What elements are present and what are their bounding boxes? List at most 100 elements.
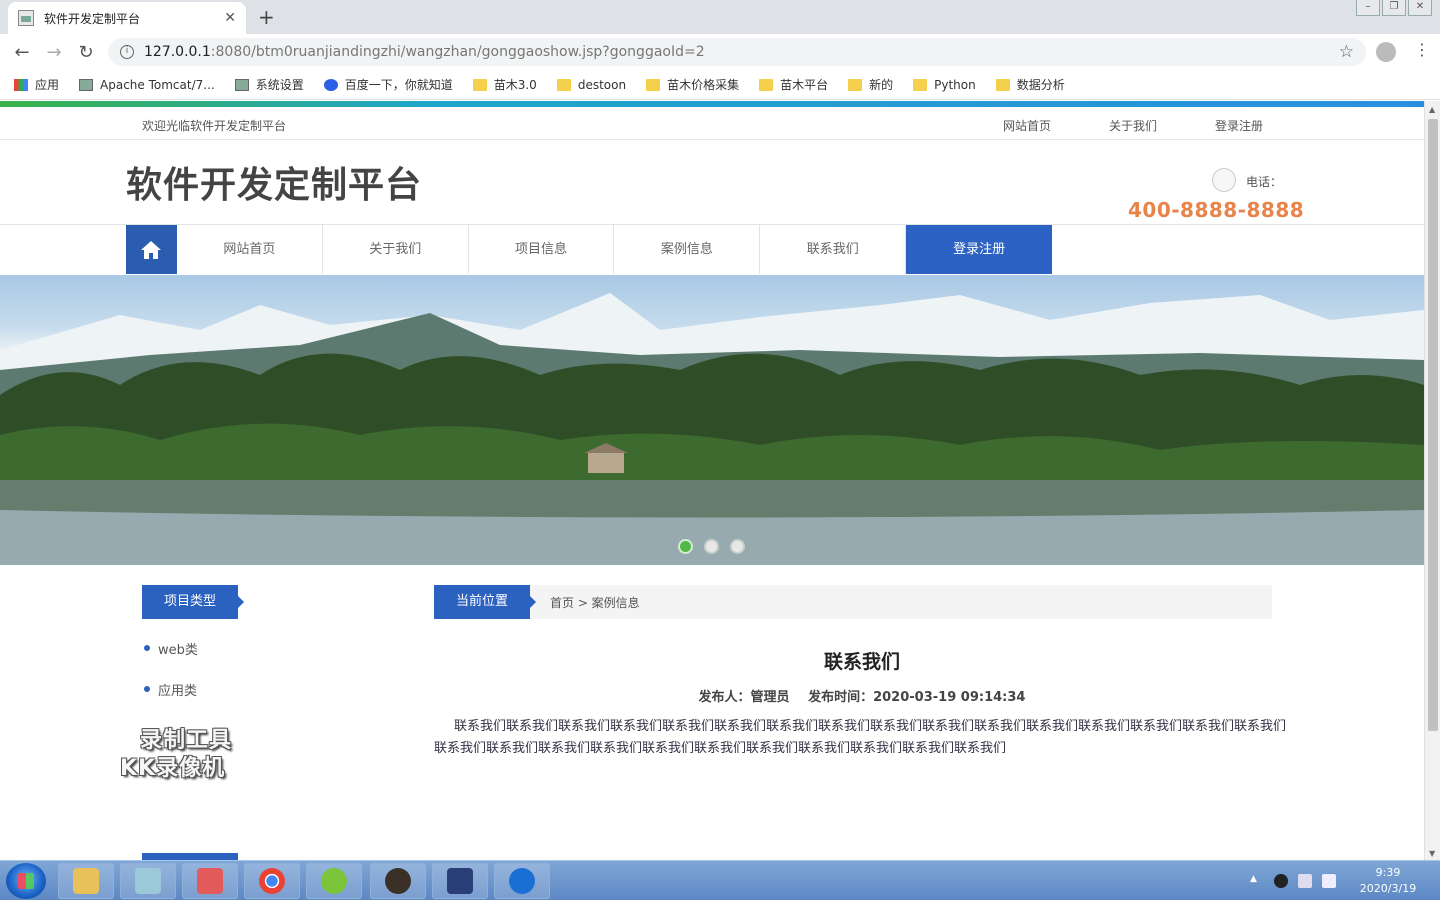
nav-item[interactable]: 登录注册 <box>906 225 1052 274</box>
reload-icon[interactable]: ↻ <box>70 42 102 63</box>
sidebar-category-label: 应用类 <box>158 684 198 699</box>
folder-icon <box>646 78 661 91</box>
web-page: 欢迎光临软件开发定制平台 网站首页 关于我们 登录注册 软件开发定制平台 电话：… <box>0 107 1424 860</box>
eraser-tool-icon[interactable] <box>182 863 238 899</box>
profile-avatar-icon[interactable] <box>1376 42 1396 62</box>
new-tab-icon[interactable]: + <box>258 5 275 29</box>
bookmark-item[interactable]: 百度一下，你就知道 <box>323 76 453 93</box>
url-text: 127.0.0.1:8080/btm0ruanjiandingzhi/wangz… <box>144 44 705 60</box>
bookmark-item[interactable]: 苗木价格采集 <box>646 76 739 93</box>
nav-item[interactable]: 案例信息 <box>614 225 761 274</box>
top-links: 网站首页 关于我们 登录注册 <box>1003 117 1321 134</box>
bookmark-label: 苗木3.0 <box>493 78 537 92</box>
bullet-icon <box>144 686 150 692</box>
network-icon[interactable] <box>1298 874 1312 888</box>
clock[interactable]: 9:39 2020/3/19 <box>1352 865 1424 897</box>
home-icon[interactable] <box>126 225 177 274</box>
bookmark-label: 系统设置 <box>255 78 304 92</box>
banner-dot[interactable] <box>678 539 693 554</box>
sidebar-category-item[interactable]: web类 <box>142 639 198 680</box>
sidebar-category-list: web类应用类 <box>142 639 198 721</box>
url-path: :8080/btm0ruanjiandingzhi/wangzhan/gongg… <box>210 44 705 60</box>
bookmark-item[interactable]: destoon <box>556 78 626 92</box>
minimize-icon[interactable]: – <box>1356 0 1380 16</box>
forward-icon[interactable]: → <box>38 42 70 63</box>
phone-label: 电话： <box>1246 175 1283 189</box>
hero-banner <box>0 275 1424 565</box>
main-nav: 网站首页 关于我们 项目信息 案例信息 联系我们 登录注册 <box>126 225 1052 275</box>
bookmark-item[interactable]: 苗木3.0 <box>472 76 537 93</box>
article-meta: 发布人：管理员 发布时间：2020-03-19 09:14:34 <box>434 686 1290 705</box>
media-app-icon[interactable] <box>370 863 426 899</box>
bookmark-item[interactable]: 苗木平台 <box>759 76 828 93</box>
browser-tab[interactable]: 软件开发定制平台 ✕ <box>8 2 246 34</box>
file-explorer-icon[interactable] <box>58 863 114 899</box>
notepad-icon[interactable] <box>120 863 176 899</box>
banner-dot[interactable] <box>730 539 745 554</box>
folder-icon <box>995 78 1010 91</box>
url-omnibox[interactable]: i 127.0.0.1:8080/btm0ruanjiandingzhi/wan… <box>108 38 1366 66</box>
start-menu-icon[interactable] <box>6 863 46 899</box>
url-host: 127.0.0.1 <box>144 44 211 60</box>
nav-item[interactable]: 网站首页 <box>177 225 323 274</box>
scrollbar-thumb[interactable] <box>1428 119 1438 731</box>
scroll-up-icon[interactable]: ▲ <box>1429 105 1435 114</box>
folder-icon <box>848 78 863 91</box>
tray-expand-icon[interactable]: ▲ <box>1250 874 1264 888</box>
bookmark-label: 应用 <box>35 78 60 92</box>
welcome-text: 欢迎光临软件开发定制平台 <box>142 119 287 133</box>
breadcrumb: 当前位置 首页 > 案例信息 <box>434 585 1272 619</box>
article-publisher: 发布人：管理员 <box>698 690 790 705</box>
bookmark-item[interactable]: 新的 <box>848 76 893 93</box>
chrome-icon[interactable] <box>244 863 300 899</box>
toplink-login[interactable]: 登录注册 <box>1215 117 1263 134</box>
article-title: 联系我们 <box>823 651 900 673</box>
close-window-icon[interactable]: ✕ <box>1408 0 1432 16</box>
toplink-home[interactable]: 网站首页 <box>1003 117 1051 134</box>
folder-icon <box>759 78 774 91</box>
folder-icon <box>556 78 571 91</box>
teamviewer-icon[interactable] <box>494 863 550 899</box>
restore-icon[interactable]: ❐ <box>1382 0 1406 16</box>
windows-taskbar: ▲ 9:39 2020/3/19 <box>0 860 1440 900</box>
browser-tabbar: 软件开发定制平台 ✕ + – ❐ ✕ <box>0 0 1440 34</box>
baidu-paw-icon <box>323 78 338 91</box>
phone-number: 400-8888-8888 <box>1128 198 1305 222</box>
banner-dot[interactable] <box>704 539 719 554</box>
bookmark-item[interactable]: 系统设置 <box>234 76 304 93</box>
volume-icon[interactable] <box>1322 874 1336 888</box>
bookmark-star-icon[interactable]: ☆ <box>1339 42 1354 62</box>
watermark-line1: 录制工具 <box>140 728 233 753</box>
apps-icon <box>14 78 28 91</box>
back-icon[interactable]: ← <box>6 42 38 63</box>
tab-close-icon[interactable]: ✕ <box>224 10 236 26</box>
bookmarks-bar: 应用 Apache Tomcat/7... 系统设置 百度一下，你就知道 苗木3.0 de… <box>0 70 1440 100</box>
site-info-icon[interactable]: i <box>120 45 134 59</box>
qq-icon[interactable] <box>1274 874 1288 888</box>
dev-tool-icon[interactable] <box>432 863 488 899</box>
nav-item[interactable]: 项目信息 <box>469 225 615 274</box>
page-scrollbar[interactable]: ▲ ▼ <box>1424 101 1440 860</box>
sidebar-category-item[interactable]: 应用类 <box>142 680 198 721</box>
bookmark-item[interactable]: 应用 <box>14 76 59 93</box>
page-icon <box>234 78 249 91</box>
folder-icon <box>913 78 928 91</box>
article-publish-time: 发布时间：2020-03-19 09:14:34 <box>808 690 1026 705</box>
bookmark-label: 新的 <box>869 78 894 92</box>
bookmark-item[interactable]: 数据分析 <box>995 76 1065 93</box>
scroll-down-icon[interactable]: ▼ <box>1429 849 1435 858</box>
green-app-icon[interactable] <box>306 863 362 899</box>
folder-icon <box>472 78 487 91</box>
nav-item[interactable]: 关于我们 <box>323 225 469 274</box>
browser-menu-icon[interactable]: ⋮ <box>1414 40 1430 59</box>
nav-item[interactable]: 联系我们 <box>760 225 907 274</box>
sidebar-title: 项目类型 <box>142 585 244 619</box>
page-favicon-icon <box>18 10 34 26</box>
bookmark-item[interactable]: Python <box>913 78 976 92</box>
site-title: 软件开发定制平台 <box>126 165 423 206</box>
breadcrumb-path[interactable]: 首页 > 案例信息 <box>550 594 640 611</box>
bookmark-item[interactable]: Apache Tomcat/7... <box>79 78 215 92</box>
address-bar-row: ← → ↻ i 127.0.0.1:8080/btm0ruanjiandingz… <box>0 34 1440 70</box>
toplink-about[interactable]: 关于我们 <box>1109 117 1157 134</box>
bookmark-label: 数据分析 <box>1016 78 1065 92</box>
